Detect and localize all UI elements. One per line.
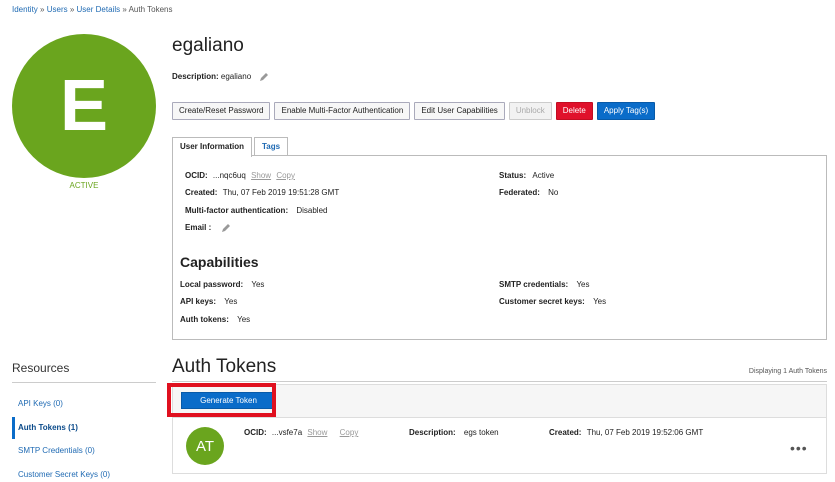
delete-button[interactable]: Delete — [555, 102, 593, 120]
smtp-value: Yes — [576, 280, 590, 289]
user-information-panel — [172, 155, 827, 340]
local-password-label: Local password: — [180, 280, 244, 289]
mfa-label: Multi-factor authentication: — [185, 206, 289, 215]
customer-secret-row: Customer secret keys: Yes — [499, 297, 606, 306]
resource-customer-secret-keys[interactable]: Customer Secret Keys (0) — [18, 470, 110, 479]
email-label: Email : — [185, 223, 212, 233]
federated-label: Federated: — [499, 188, 540, 197]
email-row: Email : — [185, 223, 231, 233]
description-label: Description: — [172, 72, 219, 82]
customer-secret-label: Customer secret keys: — [499, 297, 585, 306]
breadcrumb-separator: » — [122, 5, 127, 14]
resource-api-keys[interactable]: API Keys (0) — [18, 399, 63, 408]
resource-smtp-credentials[interactable]: SMTP Credentials (0) — [18, 446, 95, 455]
unblock-button[interactable]: Unblock — [508, 102, 552, 120]
breadcrumb: Identity » Users » User Details » Auth T… — [12, 5, 172, 14]
api-keys-value: Yes — [224, 297, 238, 306]
token-created-value: Thu, 07 Feb 2019 19:52:06 GMT — [586, 428, 704, 437]
edit-user-capabilities-button[interactable]: Edit User Capabilities — [414, 102, 505, 120]
token-ocid-copy-link[interactable]: Copy — [340, 428, 359, 437]
status-row: Status: Active — [499, 171, 554, 180]
auth-tokens-value: Yes — [237, 315, 251, 324]
token-created-row: Created: Thu, 07 Feb 2019 19:52:06 GMT — [549, 428, 703, 437]
token-description-label: Description: — [409, 428, 456, 437]
token-ocid-row: OCID: ...vsfe7a Show Copy — [244, 428, 358, 437]
local-password-row: Local password: Yes — [180, 280, 264, 289]
more-actions-icon[interactable]: ••• — [790, 440, 808, 456]
auth-tokens-divider — [172, 381, 827, 382]
ocid-value: ...nqc6uq — [212, 171, 246, 180]
ocid-row: OCID: ...nqc6uq Show Copy — [185, 171, 295, 180]
token-ocid-value: ...vsfe7a — [271, 428, 303, 437]
breadcrumb-separator: » — [69, 5, 75, 14]
breadcrumb-user-details[interactable]: User Details — [77, 5, 121, 14]
user-actions-toolbar: Create/Reset Password Enable Multi-Facto… — [172, 102, 656, 120]
tab-tags[interactable]: Tags — [254, 137, 289, 156]
token-avatar: AT — [186, 427, 224, 465]
auth-tokens-label: Auth tokens: — [180, 315, 229, 324]
create-reset-password-button[interactable]: Create/Reset Password — [172, 102, 271, 120]
breadcrumb-separator: » — [40, 5, 45, 14]
page-title: egaliano — [172, 35, 244, 56]
token-created-label: Created: — [549, 428, 582, 437]
mfa-value: Disabled — [296, 206, 328, 215]
auth-token-list-item — [172, 418, 827, 474]
smtp-row: SMTP credentials: Yes — [499, 280, 590, 289]
auth-tokens-count: Displaying 1 Auth Tokens — [748, 368, 827, 375]
api-keys-row: API keys: Yes — [180, 297, 237, 306]
resources-title: Resources — [12, 361, 70, 375]
local-password-value: Yes — [251, 280, 265, 289]
status-value: Active — [532, 171, 555, 180]
breadcrumb-identity[interactable]: Identity — [12, 5, 38, 14]
token-ocid-show-link[interactable]: Show — [307, 428, 327, 437]
auth-tokens-title: Auth Tokens — [172, 356, 277, 377]
breadcrumb-current: Auth Tokens — [128, 5, 173, 14]
created-label: Created: — [185, 188, 218, 197]
token-description-row: Description: egs token — [409, 428, 499, 437]
token-description-value: egs token — [463, 428, 499, 437]
api-keys-label: API keys: — [180, 297, 217, 306]
auth-tokens-row: Auth tokens: Yes — [180, 315, 250, 324]
edit-email-pencil-icon[interactable] — [221, 223, 231, 233]
user-status-label: ACTIVE — [69, 181, 99, 190]
breadcrumb-users[interactable]: Users — [47, 5, 68, 14]
description-value: egaliano — [220, 72, 252, 82]
federated-value: No — [548, 188, 559, 197]
detail-tabs: User Information Tags — [172, 137, 289, 157]
customer-secret-value: Yes — [593, 297, 607, 306]
ocid-show-link[interactable]: Show — [251, 171, 271, 180]
avatar-letter: E — [59, 66, 109, 146]
edit-pencil-icon[interactable] — [259, 72, 269, 82]
resource-active-indicator — [12, 417, 15, 439]
user-description: Description: egaliano — [172, 72, 269, 82]
resource-auth-tokens[interactable]: Auth Tokens (1) — [18, 423, 78, 432]
federated-row: Federated: No — [499, 188, 558, 197]
status-label: Status: — [499, 171, 527, 180]
user-avatar: E — [12, 34, 156, 178]
ocid-label: OCID: — [185, 171, 208, 180]
resources-divider — [12, 382, 156, 383]
created-value: Thu, 07 Feb 2019 19:51:28 GMT — [222, 188, 340, 197]
created-row: Created: Thu, 07 Feb 2019 19:51:28 GMT — [185, 188, 339, 197]
capabilities-title: Capabilities — [180, 254, 259, 270]
tab-user-information[interactable]: User Information — [172, 137, 253, 157]
token-ocid-label: OCID: — [244, 428, 267, 437]
apply-tags-button[interactable]: Apply Tag(s) — [596, 102, 656, 120]
callout-highlight-box — [167, 383, 276, 417]
mfa-row: Multi-factor authentication: Disabled — [185, 206, 327, 215]
enable-mfa-button[interactable]: Enable Multi-Factor Authentication — [274, 102, 411, 120]
ocid-copy-link[interactable]: Copy — [276, 171, 295, 180]
smtp-label: SMTP credentials: — [499, 280, 569, 289]
